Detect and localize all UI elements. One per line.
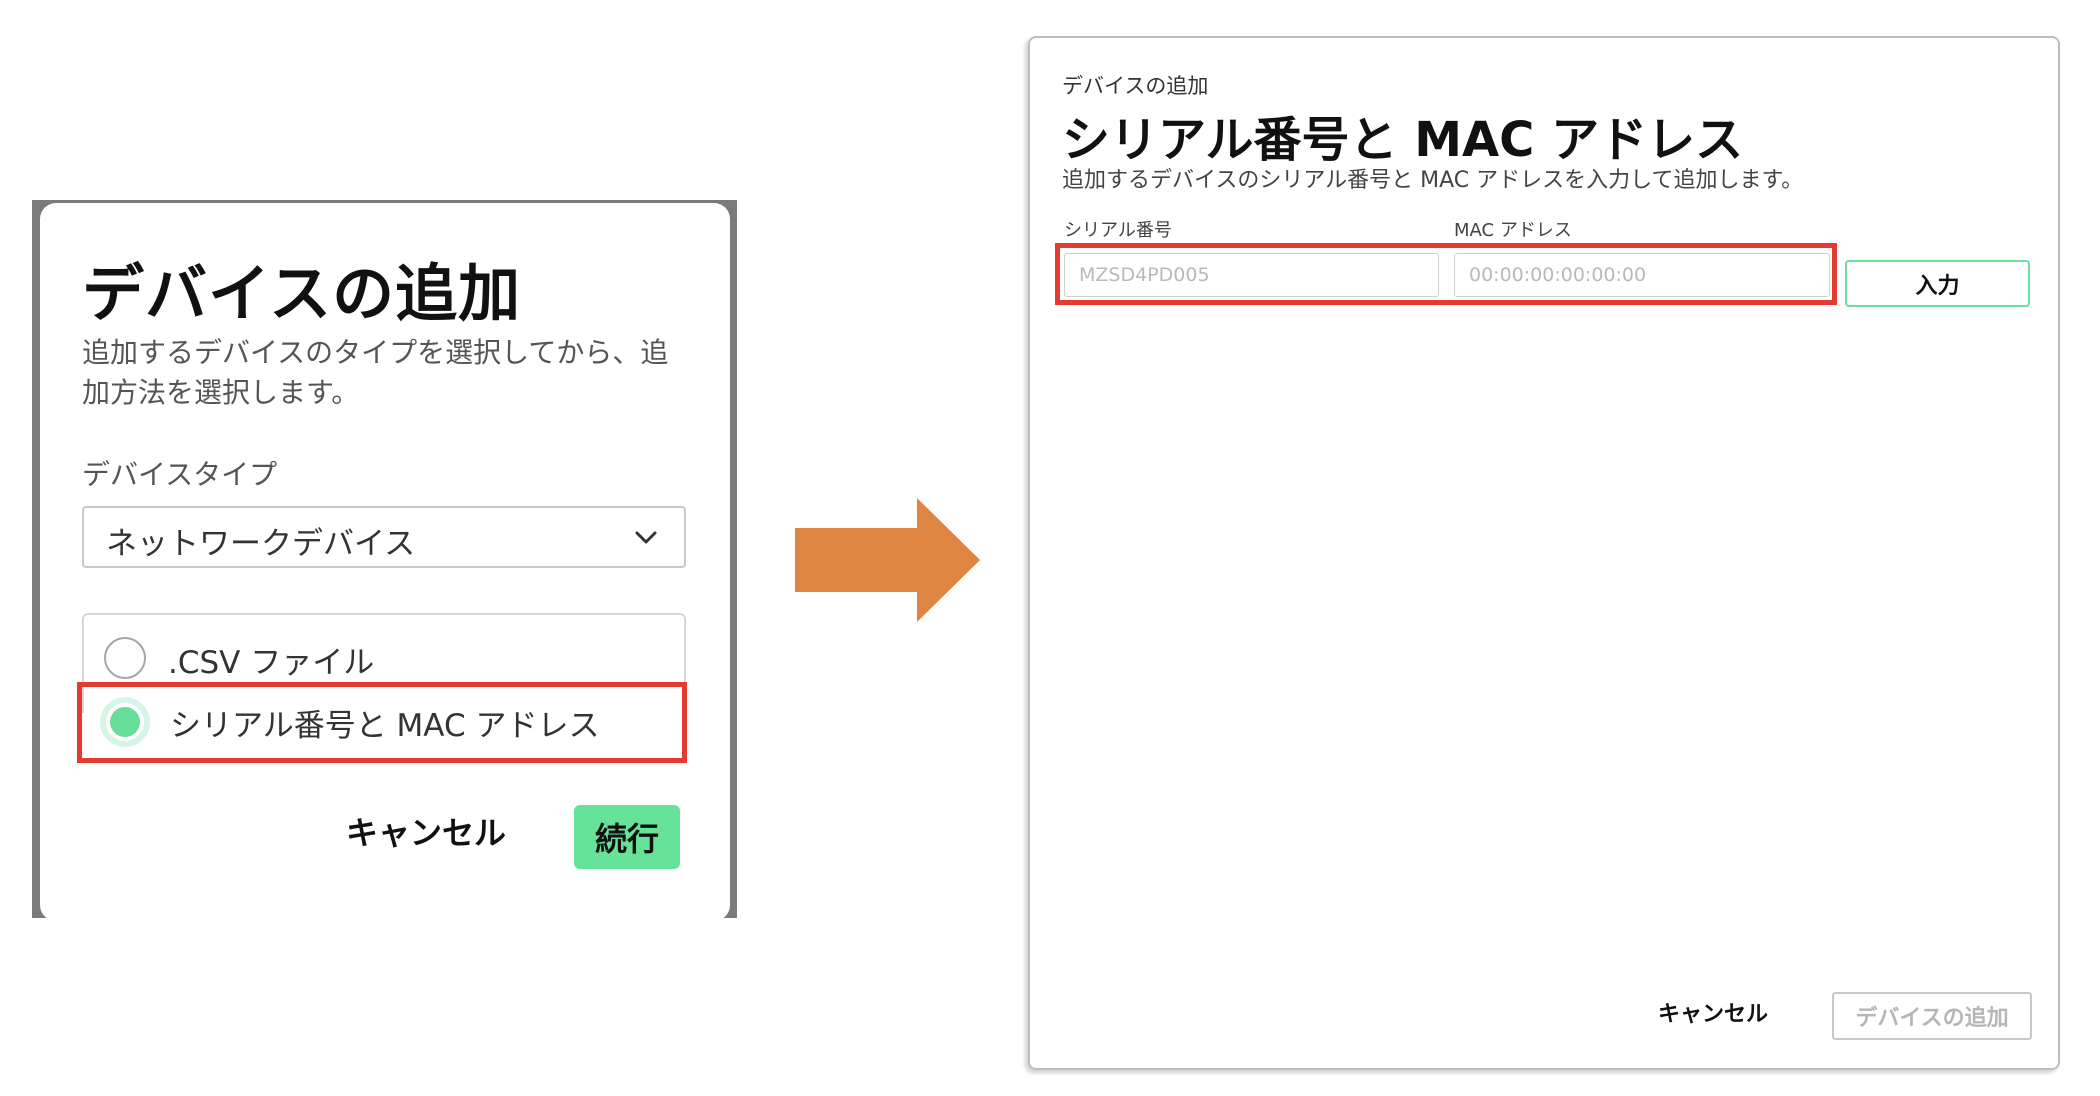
continue-button[interactable]: 続行 bbox=[574, 805, 680, 869]
highlight-box-input-fields bbox=[1055, 243, 1837, 305]
radio-csv-file[interactable] bbox=[104, 637, 146, 679]
arrow-right-icon bbox=[795, 498, 980, 622]
chevron-down-icon bbox=[635, 531, 657, 544]
enter-button[interactable]: 入力 bbox=[1845, 260, 2030, 307]
cancel-button[interactable]: キャンセル bbox=[1658, 996, 1768, 1028]
dialog-title: デバイスの追加 bbox=[82, 257, 522, 330]
device-type-selected-value: ネットワークデバイス bbox=[106, 526, 416, 562]
highlight-box-serial-option bbox=[77, 682, 687, 763]
cancel-button[interactable]: キャンセル bbox=[346, 808, 506, 854]
add-device-button[interactable]: デバイスの追加 bbox=[1832, 992, 2032, 1040]
device-type-select[interactable]: ネットワークデバイス bbox=[82, 506, 686, 568]
serial-number-label: シリアル番号 bbox=[1064, 220, 1172, 241]
mac-address-label: MAC アドレス bbox=[1454, 220, 1572, 241]
dialog-description: 追加するデバイスのシリアル番号と MAC アドレスを入力して追加します。 bbox=[1062, 168, 1804, 193]
radio-label-csv-file: .CSV ファイル bbox=[168, 645, 375, 681]
serial-mac-dialog: デバイスの追加 シリアル番号と MAC アドレス 追加するデバイスのシリアル番号… bbox=[1028, 36, 2060, 1070]
dialog-description: 追加するデバイスのタイプを選択してから、追加方法を選択します。 bbox=[82, 336, 669, 409]
add-device-dialog: デバイスの追加 追加するデバイスのタイプを選択してから、追加方法を選択します。 … bbox=[40, 203, 730, 921]
dialog-title: シリアル番号と MAC アドレス bbox=[1062, 112, 1744, 168]
device-type-label: デバイスタイプ bbox=[82, 458, 278, 491]
dialog-breadcrumb: デバイスの追加 bbox=[1062, 74, 1209, 98]
